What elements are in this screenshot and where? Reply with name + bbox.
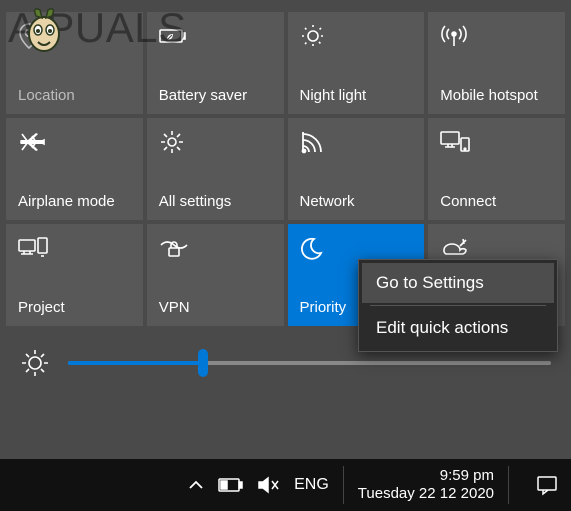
context-menu: Go to Settings Edit quick actions <box>358 259 558 352</box>
tile-label: All settings <box>159 194 272 211</box>
menu-separator <box>370 305 546 306</box>
tile-project[interactable]: Project <box>6 224 143 326</box>
tile-label: Project <box>18 300 131 317</box>
night-light-icon <box>300 22 413 50</box>
taskbar: ENG 9:59 pm Tuesday 22 12 2020 <box>0 459 571 511</box>
tile-label: Network <box>300 194 413 211</box>
tile-night-light[interactable]: Night light <box>288 12 425 114</box>
brightness-icon <box>20 348 50 378</box>
clock-time: 9:59 pm <box>358 467 494 485</box>
gear-icon <box>159 128 272 156</box>
hotspot-icon <box>440 22 553 50</box>
connect-icon <box>440 128 553 156</box>
moon-icon <box>300 234 413 262</box>
screen-snip-icon <box>440 234 553 262</box>
airplane-icon <box>18 128 131 156</box>
tile-connect[interactable]: Connect <box>428 118 565 220</box>
menu-edit-quick-actions[interactable]: Edit quick actions <box>362 308 554 348</box>
taskbar-clock[interactable]: 9:59 pm Tuesday 22 12 2020 <box>358 467 494 503</box>
tile-label: VPN <box>159 300 272 317</box>
battery-leaf-icon <box>159 22 272 50</box>
brightness-row <box>6 348 565 378</box>
battery-icon[interactable] <box>218 477 244 493</box>
notifications-button[interactable] <box>529 467 565 503</box>
brightness-slider-thumb[interactable] <box>198 349 208 377</box>
system-tray: ENG <box>188 476 329 494</box>
tile-airplane-mode[interactable]: Airplane mode <box>6 118 143 220</box>
vpn-icon <box>159 234 272 262</box>
location-icon <box>18 22 131 50</box>
brightness-slider-fill <box>68 361 203 365</box>
tile-mobile-hotspot[interactable]: Mobile hotspot <box>428 12 565 114</box>
tile-vpn[interactable]: VPN <box>147 224 284 326</box>
language-indicator[interactable]: ENG <box>294 476 329 494</box>
clock-date: Tuesday 22 12 2020 <box>358 485 494 503</box>
project-icon <box>18 234 131 262</box>
tile-label: Location <box>18 88 131 105</box>
tile-label: Airplane mode <box>18 194 131 211</box>
tile-network[interactable]: Network <box>288 118 425 220</box>
tile-label: Battery saver <box>159 88 272 105</box>
tile-label: Connect <box>440 194 553 211</box>
volume-muted-icon[interactable] <box>258 476 280 494</box>
network-icon <box>300 128 413 156</box>
tile-label: Mobile hotspot <box>440 88 553 105</box>
tile-battery-saver[interactable]: Battery saver <box>147 12 284 114</box>
taskbar-separator <box>508 466 509 504</box>
tile-label: Night light <box>300 88 413 105</box>
tray-overflow-icon[interactable] <box>188 479 204 491</box>
tile-location[interactable]: Location <box>6 12 143 114</box>
taskbar-separator <box>343 466 344 504</box>
menu-go-to-settings[interactable]: Go to Settings <box>362 263 554 303</box>
brightness-slider[interactable] <box>68 361 551 365</box>
tile-all-settings[interactable]: All settings <box>147 118 284 220</box>
